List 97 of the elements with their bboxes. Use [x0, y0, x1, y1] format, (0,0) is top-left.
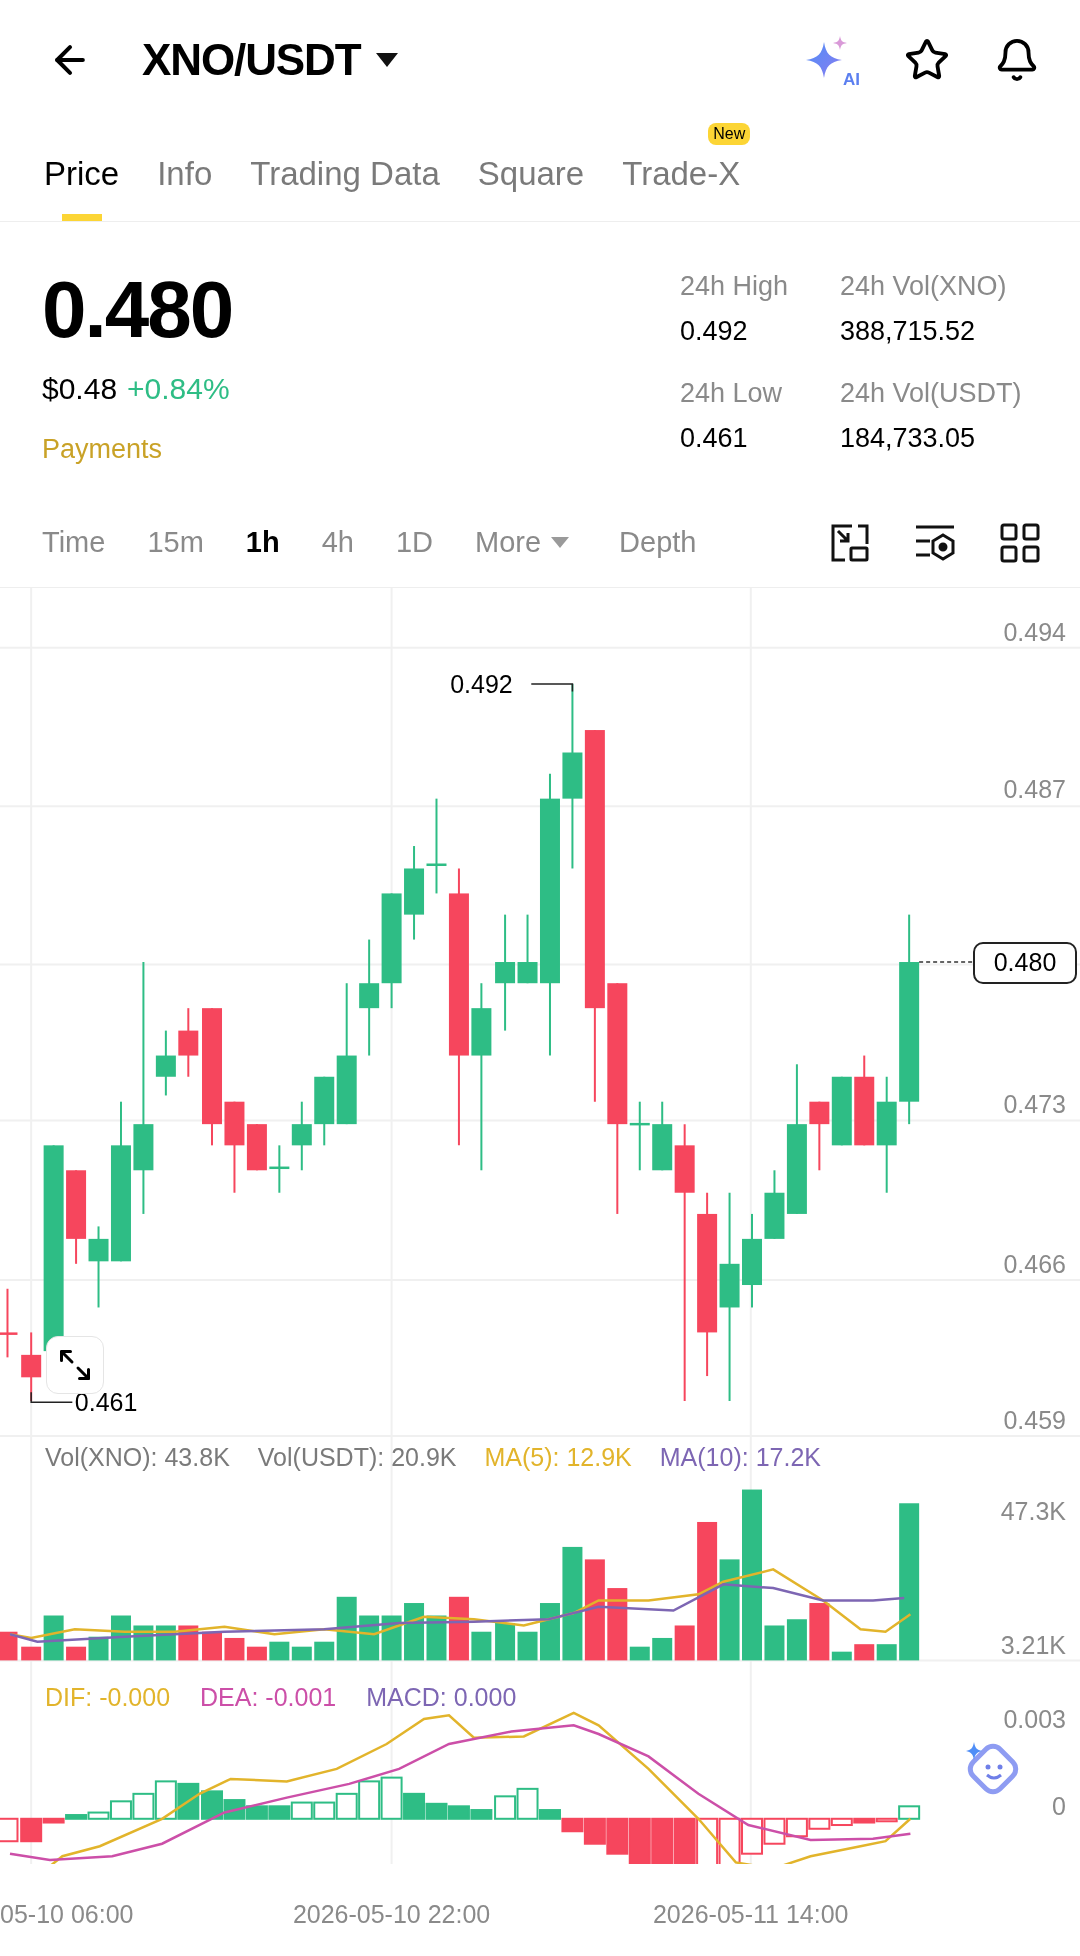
pair-selector[interactable]: XNO/USDT [142, 27, 399, 93]
macd-bar [177, 1782, 200, 1820]
stat-label: 24h Low [680, 377, 784, 410]
macd-bar [651, 1817, 674, 1864]
macd-bar [673, 1817, 696, 1864]
macd-bar [290, 1801, 313, 1820]
macd-bar [132, 1792, 155, 1820]
tab[interactable]: Square [477, 121, 585, 221]
volume-legend-item: MA(10): 17.2K [659, 1442, 821, 1474]
volume-bar [202, 1631, 222, 1661]
price-change: +0.84% [127, 371, 230, 407]
volume-bar [540, 1603, 560, 1661]
tab[interactable]: Trading Data [250, 121, 440, 221]
volume-bar [854, 1644, 875, 1661]
price-axis-label: 0.473 [1003, 1089, 1066, 1120]
ai-button[interactable]: AI [804, 32, 860, 88]
ai-label: AI [843, 71, 860, 88]
stat-value: 0.492 [680, 314, 749, 348]
stat-label: 24h Vol(XNO) [840, 270, 1008, 303]
caret-down-icon [551, 536, 570, 549]
interval-tab[interactable]: 1D [395, 520, 433, 565]
price-leader-line [918, 961, 974, 963]
caret-down-icon [374, 52, 399, 68]
expand-icon [57, 1347, 93, 1383]
pair-title: XNO/USDT [142, 34, 361, 86]
macd-bar [606, 1817, 629, 1855]
stat-value: 184,733.05 [840, 421, 977, 455]
volume-bar [495, 1623, 516, 1661]
volume-bar [786, 1619, 807, 1661]
volume-bar [291, 1646, 312, 1661]
candle [831, 1075, 852, 1147]
macd-bar [830, 1817, 853, 1827]
macd-axis-label: 0.003 [1003, 1704, 1066, 1734]
volume-bar [876, 1644, 897, 1661]
time-axis-label: 2026-05-11 14:00 [651, 1898, 850, 1929]
current-price-label: 0.480 [973, 942, 1077, 984]
category-tag: Payments [42, 429, 233, 470]
stat-value: 388,715.52 [840, 314, 977, 348]
volume-bar [269, 1641, 290, 1661]
volume-bar [404, 1603, 425, 1661]
volume-legend-item: Vol(XNO): 43.8K [45, 1442, 230, 1474]
last-price: 0.480 [42, 268, 233, 352]
volume-legend-item: Vol(USDT): 20.9K [257, 1442, 457, 1474]
candle [0, 1287, 18, 1359]
macd-bar [741, 1817, 763, 1855]
macd-bar [718, 1817, 741, 1864]
macd-axis-label: 0 [1052, 1791, 1066, 1822]
grid-icon[interactable] [1000, 522, 1040, 563]
macd-bar [245, 1805, 268, 1820]
tab[interactable]: Info [157, 121, 213, 221]
interval-tab[interactable]: 1h [245, 520, 280, 565]
usd-price: $0.48 [42, 371, 118, 407]
volume-bar [448, 1596, 469, 1661]
depth-tab[interactable]: Depth [619, 520, 697, 565]
low-leader-line [30, 1391, 74, 1403]
volume-axis-label: 47.3K [1000, 1495, 1066, 1526]
volume-bar [471, 1631, 492, 1661]
stat-label: 24h High [680, 270, 790, 303]
tab[interactable]: Price [44, 121, 120, 221]
volume-legend-item: MA(5): 12.9K [484, 1442, 632, 1474]
price-axis-label: 0.494 [1003, 616, 1066, 647]
candle [809, 1100, 830, 1172]
stat-value: 0.461 [680, 421, 749, 455]
low-price-label: 0.461 [74, 1387, 138, 1418]
macd-bar [696, 1817, 719, 1864]
volume-axis-label: 3.21K [1000, 1630, 1066, 1661]
resize-window-icon[interactable] [830, 522, 870, 563]
macd-legend-item: MACD: 0.000 [366, 1681, 517, 1713]
high-price-label: 0.492 [450, 668, 513, 699]
interval-tab[interactable]: 15m [147, 520, 204, 565]
macd-bar [763, 1817, 786, 1845]
stat-label: 24h Vol(USDT) [840, 377, 1023, 410]
more-dropdown[interactable]: More [475, 520, 570, 565]
time-axis-label: 2026-05-10 22:00 [291, 1898, 492, 1929]
macd-bar [628, 1817, 651, 1864]
volume-bar [517, 1631, 538, 1661]
volume-bar [0, 1631, 18, 1661]
tab-indicator [61, 214, 102, 221]
price-axis-label: 0.459 [1003, 1404, 1066, 1435]
interval-tab[interactable]: 4h [321, 520, 354, 565]
volume-bar [359, 1615, 380, 1661]
volume-bar [764, 1625, 785, 1661]
macd-bar [358, 1780, 381, 1820]
expand-button[interactable] [46, 1336, 104, 1394]
interval-tab[interactable]: Time [42, 520, 106, 565]
candle [178, 1007, 199, 1078]
price-axis-label: 0.466 [1003, 1248, 1066, 1279]
macd-legend-item: DIF: -0.000 [45, 1681, 171, 1713]
macd-bar [447, 1805, 470, 1820]
time-axis-label: 05-10 06:00 [0, 1898, 134, 1929]
high-leader-line [530, 683, 574, 693]
macd-bar [201, 1790, 223, 1820]
macd-bar [268, 1805, 291, 1820]
price-axis-label: 0.487 [1003, 773, 1066, 804]
macd-bar [154, 1780, 177, 1820]
macd-legend-item: DEA: -0.001 [200, 1681, 337, 1713]
new-badge: New [708, 123, 751, 145]
